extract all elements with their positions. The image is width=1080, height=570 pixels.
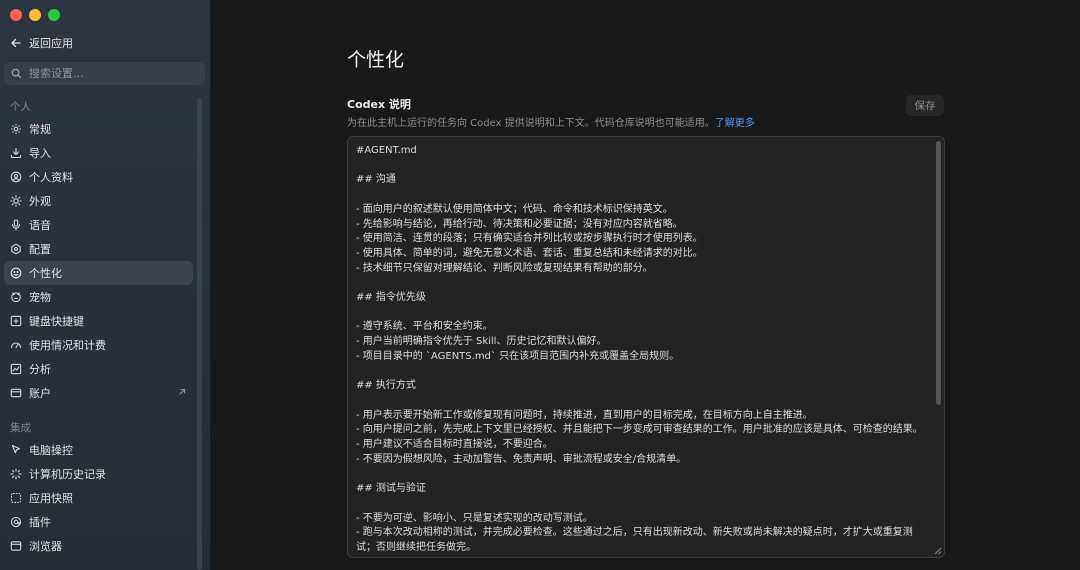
- sidebar-item-browser[interactable]: 浏览器: [4, 534, 193, 558]
- sidebar: 返回应用 个人 常规 导入 个人资料 外观: [0, 0, 211, 570]
- microphone-icon: [10, 219, 22, 231]
- sidebar-item-label: 配置: [29, 243, 51, 256]
- back-to-app-button[interactable]: 返回应用: [10, 35, 73, 51]
- sidebar-item-label: 外观: [29, 195, 51, 208]
- gear-icon: [10, 123, 22, 135]
- sidebar-item-label: 浏览器: [29, 540, 62, 553]
- search-icon: [11, 68, 22, 79]
- sidebar-item-label: 分析: [29, 363, 51, 376]
- sidebar-item-general[interactable]: 常规: [4, 117, 193, 141]
- back-to-app-label: 返回应用: [29, 37, 73, 50]
- usage-icon: [10, 339, 22, 351]
- analytics-icon: [10, 363, 22, 375]
- sidebar-item-label: 宠物: [29, 291, 51, 304]
- sidebar-item-label: 键盘快捷键: [29, 315, 84, 328]
- sidebar-item-label: 导入: [29, 147, 51, 160]
- sidebar-item-account[interactable]: 账户: [4, 381, 193, 405]
- close-window-button[interactable]: [10, 9, 22, 21]
- pet-icon: [10, 291, 22, 303]
- section-description: 为在此主机上运行的任务向 Codex 提供说明和上下文。代码仓库说明也可能适用。…: [347, 114, 755, 129]
- sidebar-item-config[interactable]: 配置: [4, 237, 193, 261]
- editor-scrollbar[interactable]: [936, 141, 941, 405]
- sidebar-item-pet[interactable]: 宠物: [4, 285, 193, 309]
- keyboard-icon: [10, 315, 22, 327]
- instructions-editor[interactable]: #AGENT.md ## 沟通 - 面向用户的叙述默认使用简体中文；代码、命令和…: [347, 136, 945, 558]
- sidebar-item-computer-history[interactable]: 计算机历史记录: [4, 462, 193, 486]
- sidebar-item-label: 个人资料: [29, 171, 73, 184]
- save-button[interactable]: 保存: [906, 95, 944, 116]
- section-label-personal: 个人: [10, 101, 31, 113]
- sidebar-item-computer-control[interactable]: 电脑操控: [4, 438, 193, 462]
- sidebar-item-label: 使用情况和计费: [29, 339, 106, 352]
- sidebar-item-analytics[interactable]: 分析: [4, 357, 193, 381]
- section-description-text: 为在此主机上运行的任务向 Codex 提供说明和上下文。代码仓库说明也可能适用。: [347, 118, 715, 129]
- sidebar-item-label: 常规: [29, 123, 51, 136]
- search-input[interactable]: [29, 67, 199, 80]
- zoom-window-button[interactable]: [48, 9, 60, 21]
- main-content: 个性化 Codex 说明 为在此主机上运行的任务向 Codex 提供说明和上下文…: [211, 0, 1080, 570]
- profile-icon: [10, 171, 22, 183]
- search-box[interactable]: [4, 62, 205, 85]
- account-icon: [10, 387, 22, 399]
- sidebar-item-import[interactable]: 导入: [4, 141, 193, 165]
- page-title: 个性化: [347, 49, 405, 71]
- sidebar-item-label: 计算机历史记录: [29, 468, 106, 481]
- sidebar-item-voice[interactable]: 语音: [4, 213, 193, 237]
- sidebar-item-label: 账户: [29, 387, 51, 400]
- sidebar-item-label: 语音: [29, 219, 51, 232]
- section-title: Codex 说明: [347, 98, 411, 111]
- sidebar-item-usage-billing[interactable]: 使用情况和计费: [4, 333, 193, 357]
- config-icon: [10, 243, 22, 255]
- import-icon: [10, 147, 22, 159]
- sidebar-item-plugins[interactable]: 插件: [4, 510, 193, 534]
- resize-handle-icon[interactable]: [932, 545, 942, 555]
- snapshot-icon: [10, 492, 22, 504]
- sidebar-item-personalization[interactable]: 个性化: [4, 261, 193, 285]
- arrow-left-icon: [11, 38, 21, 48]
- minimize-window-button[interactable]: [29, 9, 41, 21]
- nav-integration: 电脑操控 计算机历史记录 应用快照 插件 浏览器: [4, 438, 193, 558]
- sidebar-item-label: 电脑操控: [29, 444, 73, 457]
- personalize-icon: [10, 267, 22, 279]
- settings-window: 返回应用 个人 常规 导入 个人资料 外观: [0, 0, 1080, 570]
- window-controls: [10, 9, 60, 21]
- sidebar-scrollbar[interactable]: [197, 98, 202, 570]
- sidebar-item-label: 应用快照: [29, 492, 73, 505]
- nav-personal: 常规 导入 个人资料 外观 语音 配置 个性化 宠物 键盘快捷键 使用情况和计费…: [4, 117, 193, 405]
- section-label-integration: 集成: [10, 422, 31, 434]
- sidebar-item-keyboard-shortcuts[interactable]: 键盘快捷键: [4, 309, 193, 333]
- sidebar-item-app-snapshot[interactable]: 应用快照: [4, 486, 193, 510]
- browser-icon: [10, 540, 22, 552]
- instructions-text[interactable]: #AGENT.md ## 沟通 - 面向用户的叙述默认使用简体中文；代码、命令和…: [356, 144, 930, 556]
- sidebar-item-label: 插件: [29, 516, 51, 529]
- sidebar-item-appearance[interactable]: 外观: [4, 189, 193, 213]
- sidebar-item-label: 个性化: [29, 267, 62, 280]
- history-icon: [10, 468, 22, 480]
- sidebar-item-profile[interactable]: 个人资料: [4, 165, 193, 189]
- cursor-icon: [10, 444, 22, 456]
- learn-more-link[interactable]: 了解更多: [715, 118, 755, 129]
- plugin-icon: [10, 516, 22, 528]
- sun-icon: [10, 195, 22, 207]
- external-link-icon: [179, 388, 186, 395]
